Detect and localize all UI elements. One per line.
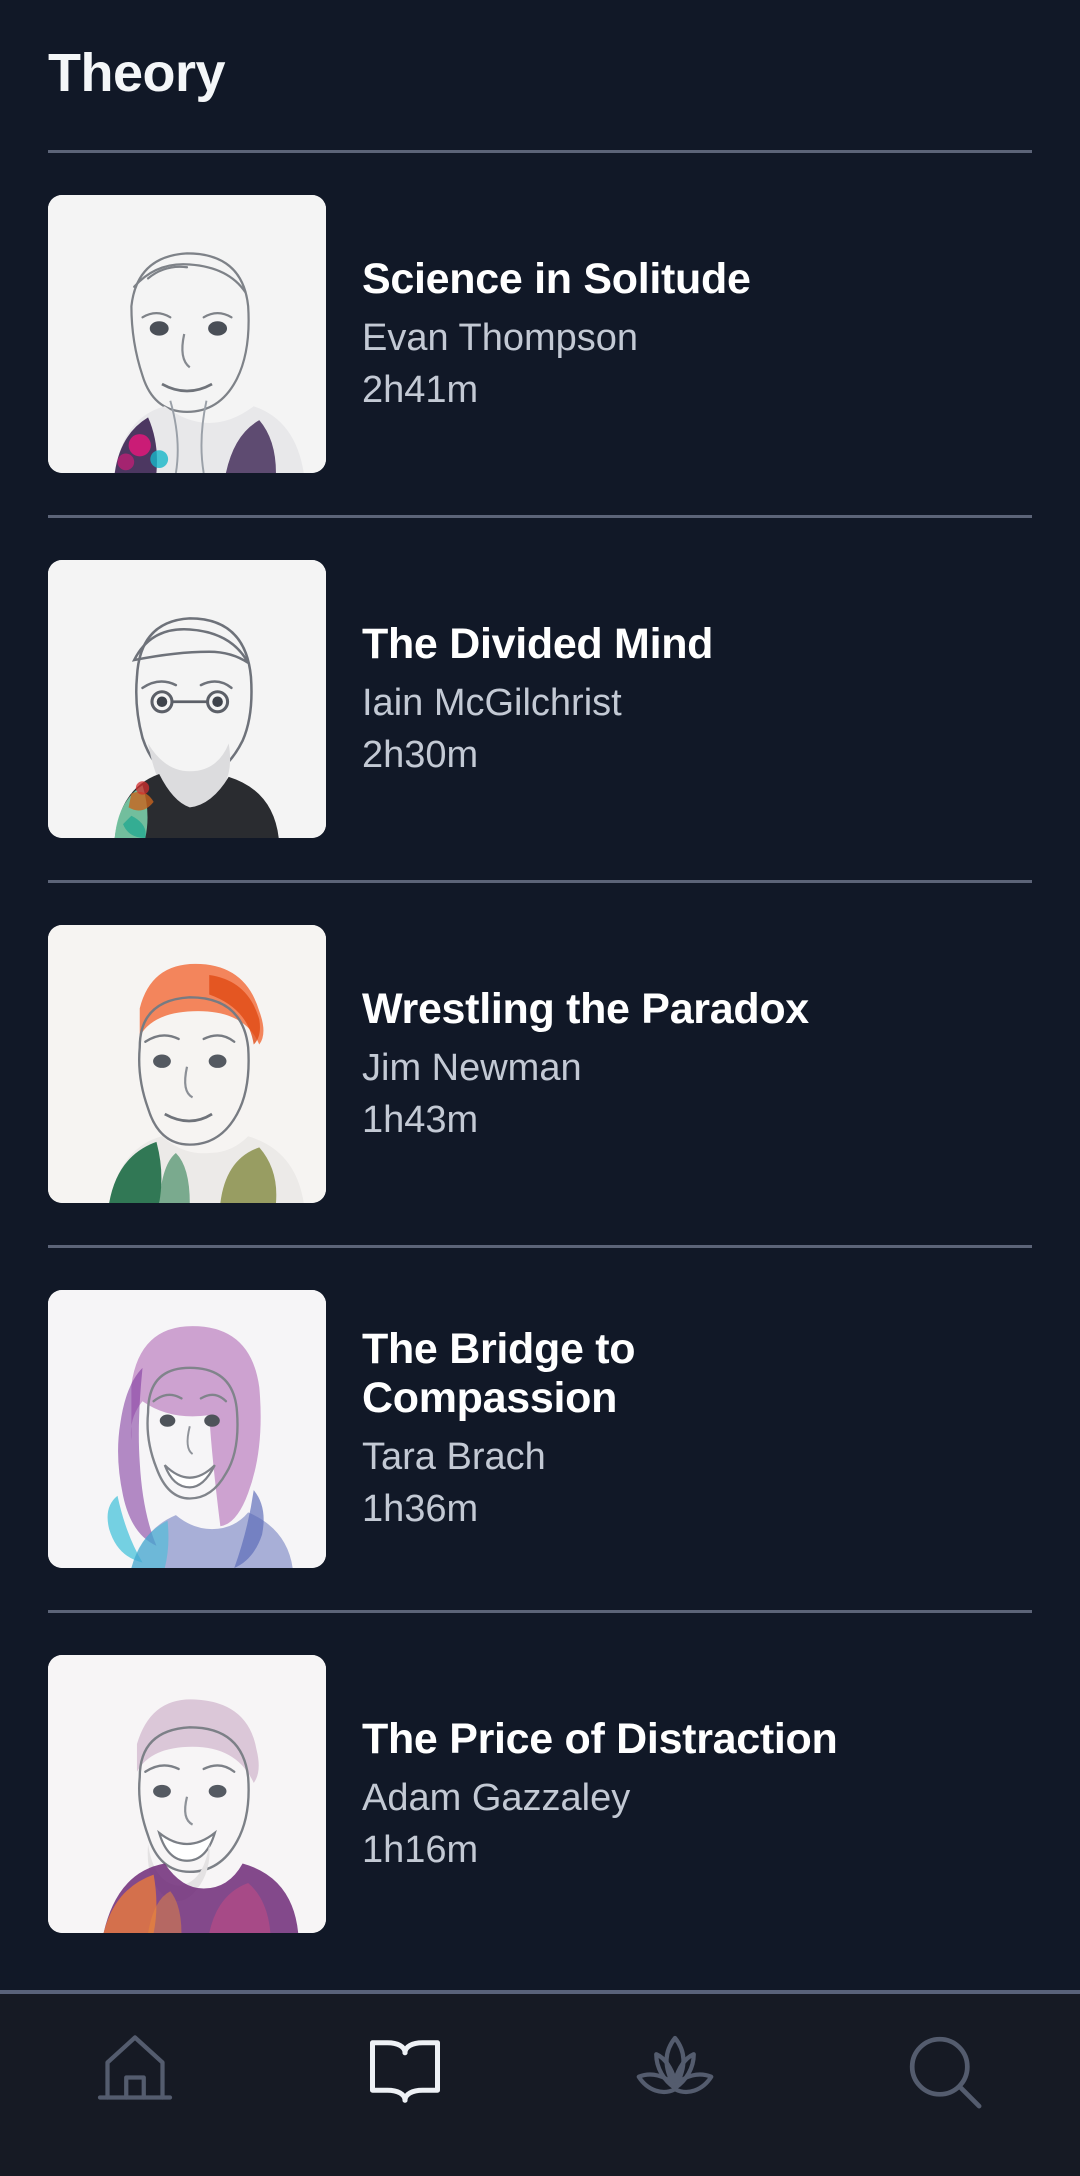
list-item[interactable]: The Bridge to Compassion Tara Brach 1h36… bbox=[48, 1248, 1032, 1610]
list-item-author: Tara Brach bbox=[362, 1435, 546, 1478]
list-item-duration: 1h16m bbox=[362, 1829, 479, 1872]
list-item-title: The Price of Distraction bbox=[362, 1714, 838, 1763]
bottom-navigation bbox=[0, 1990, 1080, 2176]
tab-practice[interactable] bbox=[540, 2030, 810, 2106]
list-item[interactable]: The Divided Mind Iain McGilchrist 2h30m bbox=[48, 518, 1032, 880]
portrait-iain-mcgilchrist bbox=[48, 560, 326, 838]
portrait-tara-brach bbox=[48, 1290, 326, 1568]
list-item-duration: 1h36m bbox=[362, 1488, 479, 1531]
list-item[interactable]: The Price of Distraction Adam Gazzaley 1… bbox=[48, 1613, 1032, 1975]
list-item-title: The Divided Mind bbox=[362, 619, 714, 668]
tab-home[interactable] bbox=[0, 2030, 270, 2110]
list-item-duration: 2h41m bbox=[362, 369, 479, 412]
list-item-duration: 1h43m bbox=[362, 1099, 479, 1142]
list-item-title: The Bridge to Compassion bbox=[362, 1325, 636, 1422]
list-item-meta: The Price of Distraction Adam Gazzaley 1… bbox=[362, 1715, 1032, 1874]
search-icon bbox=[909, 2036, 982, 2109]
tab-search[interactable] bbox=[810, 2030, 1080, 2114]
list-item-meta: The Divided Mind Iain McGilchrist 2h30m bbox=[362, 620, 1032, 779]
list-item-title: Wrestling the Paradox bbox=[362, 984, 809, 1033]
list-item-author: Adam Gazzaley bbox=[362, 1776, 631, 1819]
list-item-author: Iain McGilchrist bbox=[362, 681, 622, 724]
portrait-jim-newman bbox=[48, 925, 326, 1203]
list-item-author: Jim Newman bbox=[362, 1046, 582, 1089]
theory-list[interactable]: Science in Solitude Evan Thompson 2h41m bbox=[0, 150, 1080, 1990]
page-title: Theory bbox=[48, 43, 226, 103]
app-screen: Theory Science in Solitude Evan Thompson… bbox=[0, 0, 1080, 2176]
list-item-meta: Wrestling the Paradox Jim Newman 1h43m bbox=[362, 985, 1032, 1144]
portrait-adam-gazzaley bbox=[48, 1655, 326, 1933]
list-item[interactable]: Science in Solitude Evan Thompson 2h41m bbox=[48, 153, 1032, 515]
home-icon bbox=[97, 2035, 173, 2100]
list-item-meta: Science in Solitude Evan Thompson 2h41m bbox=[362, 255, 1032, 414]
list-item-title: Science in Solitude bbox=[362, 254, 751, 303]
tab-library[interactable] bbox=[270, 2030, 540, 2108]
book-icon bbox=[370, 2040, 440, 2103]
list-item-duration: 2h30m bbox=[362, 734, 479, 777]
list-item-meta: The Bridge to Compassion Tara Brach 1h36… bbox=[362, 1325, 1032, 1532]
list-item[interactable]: Wrestling the Paradox Jim Newman 1h43m bbox=[48, 883, 1032, 1245]
lotus-icon bbox=[636, 2035, 714, 2094]
portrait-evan-thompson bbox=[48, 195, 326, 473]
list-item-author: Evan Thompson bbox=[362, 316, 639, 359]
